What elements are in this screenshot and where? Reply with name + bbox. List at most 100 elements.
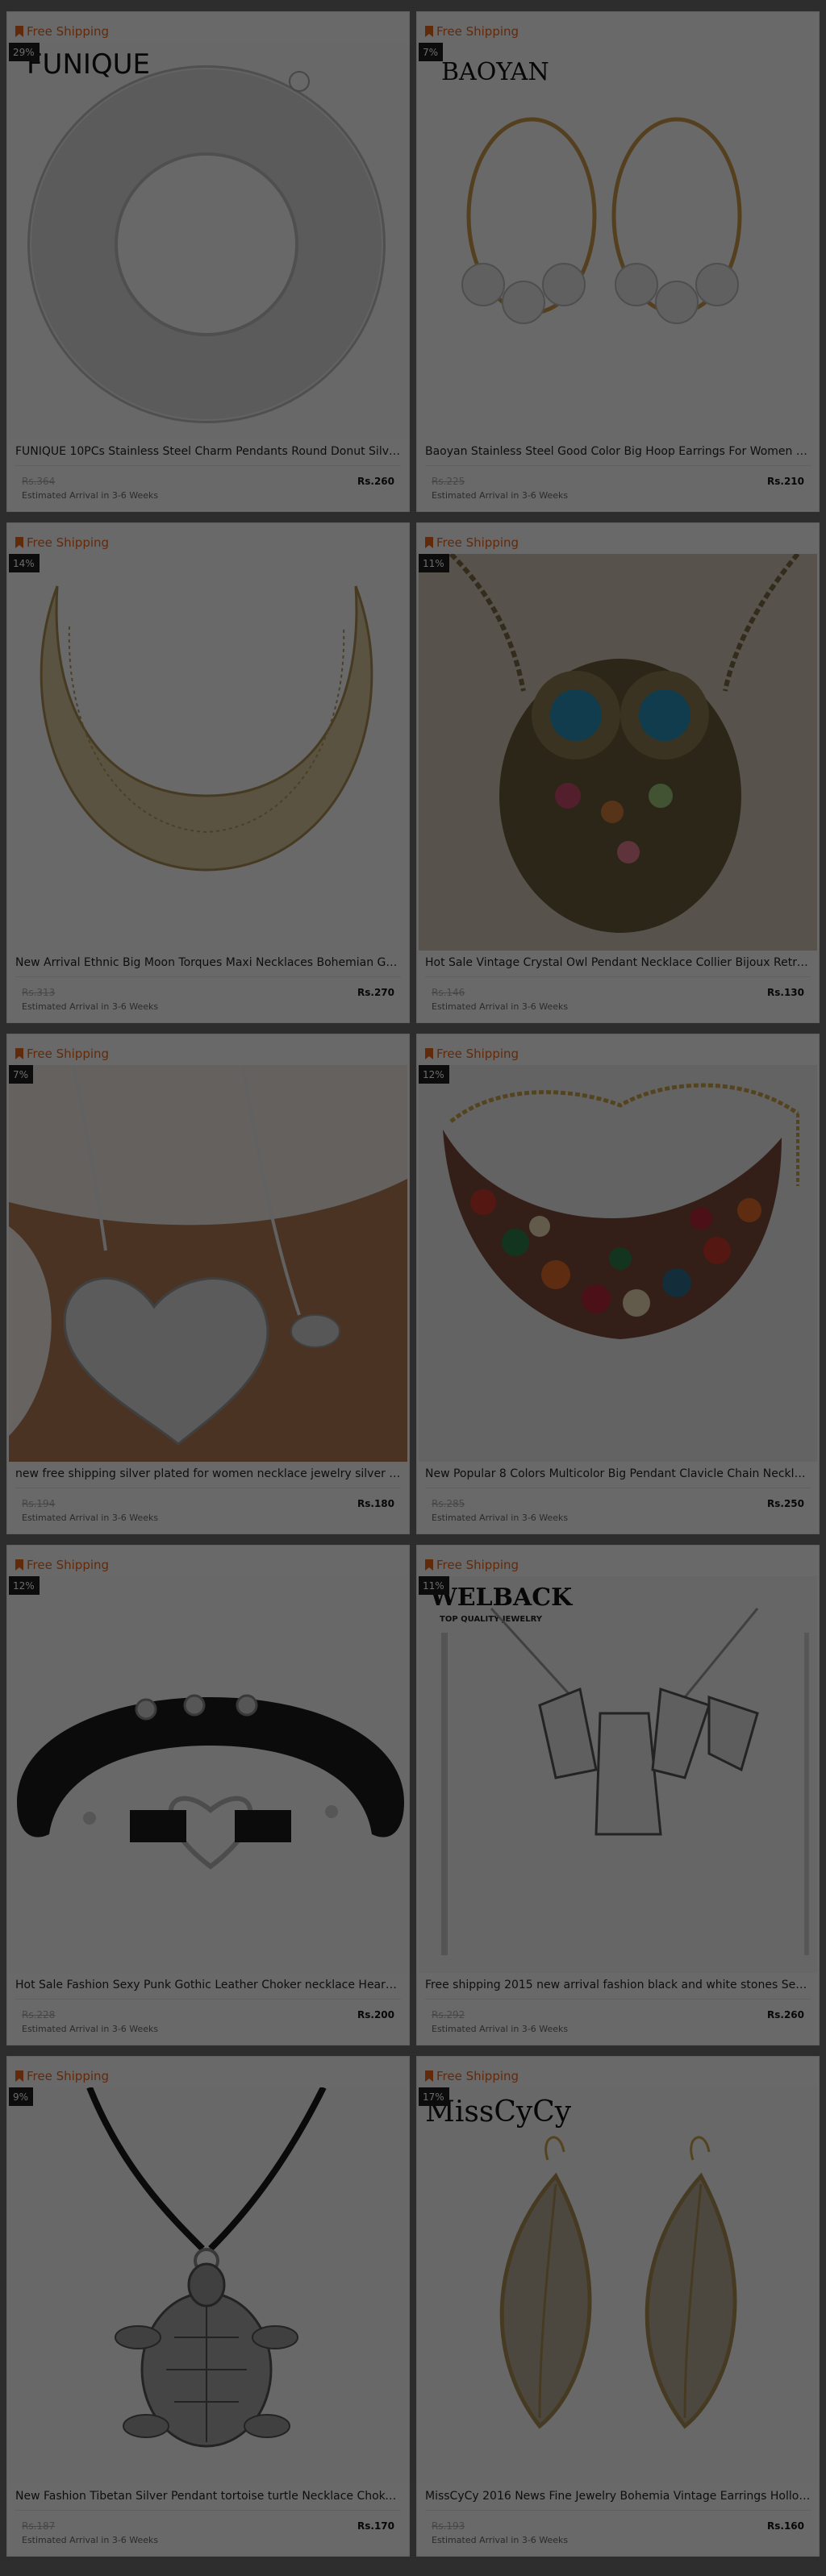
- free-shipping-tag: Free Shipping: [417, 523, 819, 554]
- product-image[interactable]: 29% FUNIQUE: [9, 43, 407, 439]
- product-image[interactable]: 17% MissCyCy: [419, 2087, 817, 2484]
- product-card[interactable]: Free Shipping 17% MissCyCy MissCyCy 2016…: [416, 2056, 820, 2557]
- free-shipping-label: Free Shipping: [27, 24, 110, 39]
- product-title[interactable]: new free shipping silver plated for wome…: [7, 1462, 409, 1486]
- discount-badge: 17%: [419, 2087, 449, 2106]
- sale-price: Rs.250: [767, 1498, 804, 1509]
- free-shipping-tag: Free Shipping: [7, 523, 409, 554]
- price-row: Rs.193 Rs.160: [417, 2511, 819, 2532]
- discount-badge: 7%: [9, 1065, 34, 1084]
- sale-price: Rs.130: [767, 987, 804, 998]
- product-card[interactable]: Free Shipping 11% Hot Sale Vintage Cryst…: [416, 522, 820, 1023]
- product-card[interactable]: Free Shipping 12% Hot Sale Fashion Sexy …: [6, 1545, 410, 2045]
- free-shipping-label: Free Shipping: [436, 2069, 519, 2083]
- product-image[interactable]: 12%: [9, 1576, 407, 1973]
- free-shipping-tag: Free Shipping: [7, 1546, 409, 1576]
- original-price: Rs.194: [22, 1498, 56, 1509]
- product-card[interactable]: Free Shipping 11% WELBACK TOP QUALITY JE…: [416, 1545, 820, 2045]
- bookmark-icon: [15, 537, 23, 548]
- discount-badge: 11%: [419, 1576, 449, 1595]
- brand-logo: FUNIQUE: [27, 48, 150, 81]
- original-price: Rs.292: [432, 2009, 465, 2020]
- estimated-arrival: Estimated Arrival in 3-6 Weeks: [432, 2024, 569, 2034]
- price-row: Rs.313 Rs.270: [7, 977, 409, 998]
- product-card[interactable]: Free Shipping 29% FUNIQUE FUNIQUE 10PCs …: [6, 11, 410, 512]
- discount-badge: 14%: [9, 554, 40, 572]
- bookmark-icon: [425, 1559, 433, 1571]
- free-shipping-label: Free Shipping: [436, 535, 519, 550]
- bookmark-icon: [15, 26, 23, 37]
- estimated-arrival: Estimated Arrival in 3-6 Weeks: [22, 490, 159, 501]
- product-image[interactable]: 14%: [9, 554, 407, 951]
- product-title[interactable]: Hot Sale Fashion Sexy Punk Gothic Leathe…: [7, 1973, 409, 1997]
- free-shipping-tag: Free Shipping: [417, 1034, 819, 1065]
- bookmark-icon: [425, 1048, 433, 1059]
- estimated-arrival: Estimated Arrival in 3-6 Weeks: [22, 1001, 159, 1012]
- product-card[interactable]: Free Shipping 14% New Arrival Ethnic Big…: [6, 522, 410, 1023]
- product-title[interactable]: Baoyan Stainless Steel Good Color Big Ho…: [417, 439, 819, 464]
- product-title[interactable]: Hot Sale Vintage Crystal Owl Pendant Nec…: [417, 951, 819, 975]
- free-shipping-tag: Free Shipping: [7, 12, 409, 43]
- product-image[interactable]: 12%: [419, 1065, 817, 1462]
- free-shipping-label: Free Shipping: [436, 1047, 519, 1061]
- brand-tagline: TOP QUALITY JEWELRY: [440, 1615, 543, 1624]
- product-card[interactable]: Free Shipping 7% new free shipping silve…: [6, 1034, 410, 1534]
- estimated-arrival: Estimated Arrival in 3-6 Weeks: [432, 2535, 569, 2545]
- bookmark-icon: [425, 2070, 433, 2082]
- sale-price: Rs.270: [357, 987, 394, 998]
- original-price: Rs.187: [22, 2520, 56, 2532]
- price-row: Rs.285 Rs.250: [417, 1488, 819, 1509]
- product-title[interactable]: New Fashion Tibetan Silver Pendant torto…: [7, 2484, 409, 2508]
- free-shipping-tag: Free Shipping: [417, 12, 819, 43]
- sale-price: Rs.210: [767, 476, 804, 487]
- bookmark-icon: [425, 26, 433, 37]
- price-row: Rs.292 Rs.260: [417, 2000, 819, 2020]
- product-image[interactable]: 7% BAOYAN: [419, 43, 817, 439]
- free-shipping-label: Free Shipping: [436, 1558, 519, 1572]
- bookmark-icon: [15, 1559, 23, 1571]
- sale-price: Rs.260: [767, 2009, 804, 2020]
- product-image[interactable]: 7%: [9, 1065, 407, 1462]
- product-card[interactable]: Free Shipping 9% New Fashion Tibetan Sil…: [6, 2056, 410, 2557]
- product-image[interactable]: 9%: [9, 2087, 407, 2484]
- product-card[interactable]: Free Shipping 12% New Popular 8 Colors M…: [416, 1034, 820, 1534]
- product-card[interactable]: Free Shipping 7% BAOYAN Baoyan Stainless…: [416, 11, 820, 512]
- product-title[interactable]: New Arrival Ethnic Big Moon Torques Maxi…: [7, 951, 409, 975]
- sale-price: Rs.170: [357, 2520, 394, 2532]
- estimated-arrival: Estimated Arrival in 3-6 Weeks: [432, 1001, 569, 1012]
- original-price: Rs.285: [432, 1498, 465, 1509]
- estimated-arrival: Estimated Arrival in 3-6 Weeks: [22, 2024, 159, 2034]
- original-price: Rs.313: [22, 987, 56, 998]
- price-row: Rs.194 Rs.180: [7, 1488, 409, 1509]
- price-row: Rs.187 Rs.170: [7, 2511, 409, 2532]
- bookmark-icon: [15, 2070, 23, 2082]
- product-title[interactable]: New Popular 8 Colors Multicolor Big Pend…: [417, 1462, 819, 1486]
- product-grid: Free Shipping 29% FUNIQUE FUNIQUE 10PCs …: [0, 0, 826, 2557]
- product-image[interactable]: 11% WELBACK TOP QUALITY JEWELRY: [419, 1576, 817, 1973]
- brand-logo: WELBACK: [429, 1583, 573, 1612]
- product-title[interactable]: Free shipping 2015 new arrival fashion b…: [417, 1973, 819, 1997]
- sale-price: Rs.260: [357, 476, 394, 487]
- free-shipping-tag: Free Shipping: [417, 2057, 819, 2087]
- product-title[interactable]: MissCyCy 2016 News Fine Jewelry Bohemia …: [417, 2484, 819, 2508]
- product-title[interactable]: FUNIQUE 10PCs Stainless Steel Charm Pend…: [7, 439, 409, 464]
- sale-price: Rs.180: [357, 1498, 394, 1509]
- sale-price: Rs.160: [767, 2520, 804, 2532]
- discount-badge: 12%: [419, 1065, 449, 1084]
- estimated-arrival: Estimated Arrival in 3-6 Weeks: [22, 1513, 159, 1523]
- discount-badge: 29%: [9, 43, 40, 61]
- discount-badge: 9%: [9, 2087, 34, 2106]
- discount-badge: 7%: [419, 43, 444, 61]
- original-price: Rs.146: [432, 987, 465, 998]
- discount-badge: 12%: [9, 1576, 40, 1595]
- free-shipping-tag: Free Shipping: [417, 1546, 819, 1576]
- free-shipping-label: Free Shipping: [27, 535, 110, 550]
- brand-logo: BAOYAN: [441, 58, 549, 86]
- product-image[interactable]: 11%: [419, 554, 817, 951]
- free-shipping-label: Free Shipping: [27, 1558, 110, 1572]
- discount-badge: 11%: [419, 554, 449, 572]
- estimated-arrival: Estimated Arrival in 3-6 Weeks: [22, 2535, 159, 2545]
- estimated-arrival: Estimated Arrival in 3-6 Weeks: [432, 490, 569, 501]
- free-shipping-tag: Free Shipping: [7, 2057, 409, 2087]
- estimated-arrival: Estimated Arrival in 3-6 Weeks: [432, 1513, 569, 1523]
